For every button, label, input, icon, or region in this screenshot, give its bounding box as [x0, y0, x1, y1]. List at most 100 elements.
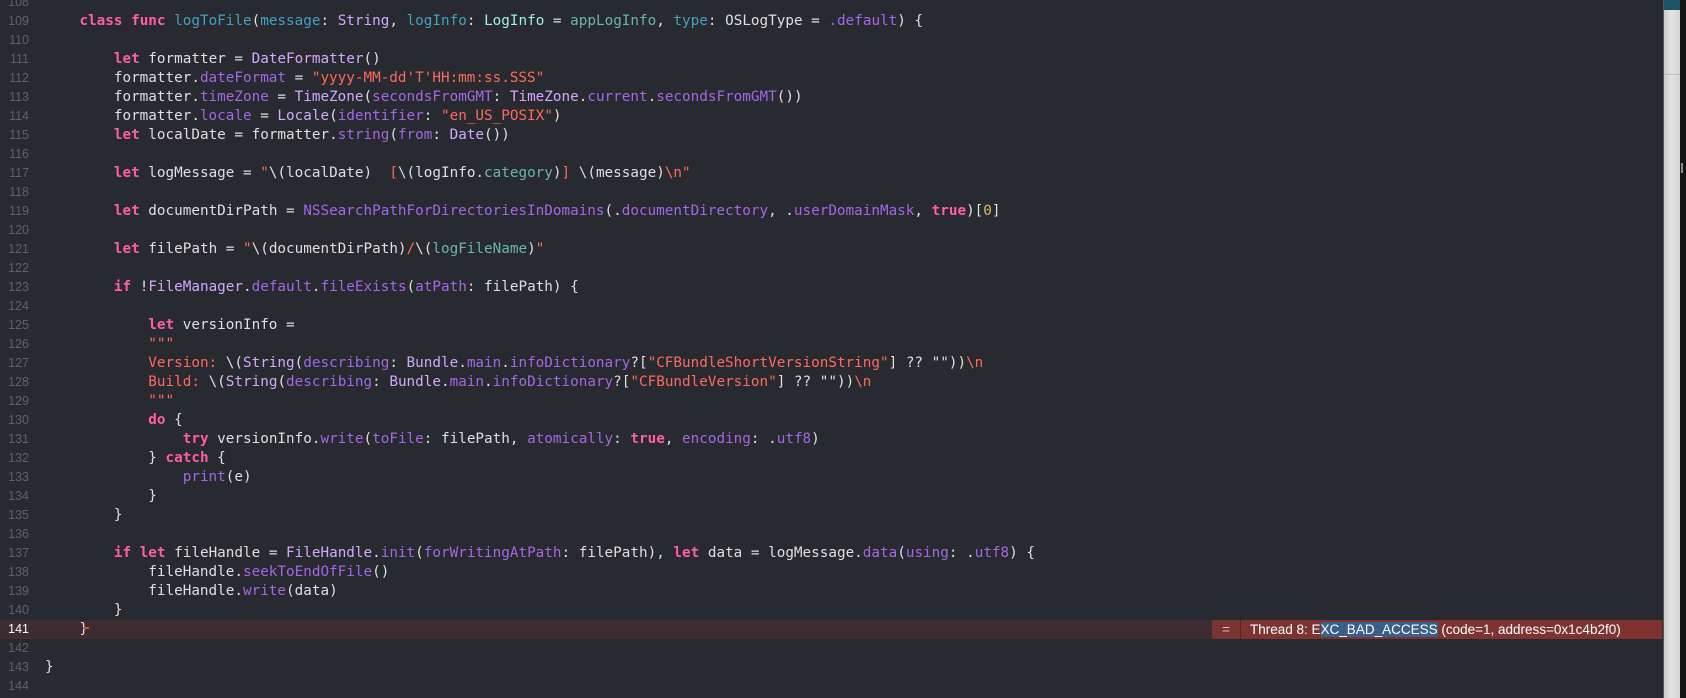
code-line[interactable]: 110 [0, 31, 1663, 50]
code-token: ( [363, 89, 373, 105]
code-token: ) [811, 431, 820, 447]
code-line[interactable]: 129 """ [0, 392, 1663, 411]
line-number[interactable]: 124 [0, 297, 29, 316]
code-token: default [251, 279, 312, 295]
scrollbar-thumb[interactable] [1664, 0, 1681, 10]
line-number[interactable]: 119 [0, 202, 29, 221]
line-number[interactable]: 126 [0, 335, 29, 354]
code-line[interactable]: 130 do { [0, 411, 1663, 430]
code-line[interactable]: 138 fileHandle.seekToEndOfFile() [0, 563, 1663, 582]
code-line[interactable]: 121 let filePath = "\(documentDirPath)/\… [0, 240, 1663, 259]
code-text: if !FileManager.default.fileExists(atPat… [45, 278, 579, 297]
code-token: , [914, 203, 932, 219]
code-line[interactable]: 133 print(e) [0, 468, 1663, 487]
line-number[interactable]: 111 [0, 50, 29, 69]
code-line[interactable]: 112 formatter.dateFormat = "yyyy-MM-dd'T… [0, 69, 1663, 88]
line-number[interactable]: 139 [0, 582, 29, 601]
code-line[interactable]: 144 [0, 677, 1663, 696]
code-line[interactable]: 140 } [0, 601, 1663, 620]
code-line[interactable]: 136 [0, 525, 1663, 544]
line-number[interactable]: 113 [0, 88, 29, 107]
code-line[interactable]: 125 let versionInfo = [0, 316, 1663, 335]
code-line[interactable]: 135 } [0, 506, 1663, 525]
code-token: Build: [148, 374, 209, 390]
line-number[interactable]: 110 [0, 31, 29, 50]
code-line[interactable]: 119 let documentDirPath = NSSearchPathFo… [0, 202, 1663, 221]
code-token: forWritingAtPath [423, 545, 562, 561]
line-number[interactable]: 115 [0, 126, 29, 145]
line-number[interactable]: 108 [0, 0, 29, 12]
line-number[interactable]: 136 [0, 525, 29, 544]
code-line[interactable]: 128 Build: \(String(describing: Bundle.m… [0, 373, 1663, 392]
line-number[interactable]: 118 [0, 183, 29, 202]
code-line[interactable]: 109 class func logToFile(message: String… [0, 12, 1663, 31]
line-number[interactable]: 144 [0, 677, 29, 696]
line-number[interactable]: 143 [0, 658, 29, 677]
code-line[interactable]: 108 [0, 0, 1663, 12]
code-line[interactable]: 114 formatter.locale = Locale(identifier… [0, 107, 1663, 126]
line-number[interactable]: 122 [0, 259, 29, 278]
code-token: : [707, 13, 726, 29]
line-number[interactable]: 109 [0, 12, 29, 31]
code-token: } [45, 507, 123, 523]
code-line[interactable]: 113 formatter.timeZone = TimeZone(second… [0, 88, 1663, 107]
line-number[interactable]: 135 [0, 506, 29, 525]
line-number[interactable]: 123 [0, 278, 29, 297]
vertical-scrollbar[interactable] [1663, 0, 1681, 698]
code-line[interactable]: 117 let logMessage = "\(localDate) [\(lo… [0, 164, 1663, 183]
code-line[interactable]: 139 fileHandle.write(data) [0, 582, 1663, 601]
code-token: func [131, 13, 166, 29]
code-line[interactable]: 118 [0, 183, 1663, 202]
line-number[interactable]: 140 [0, 601, 29, 620]
line-number[interactable]: 128 [0, 373, 29, 392]
code-editor[interactable]: 108 109 class func logToFile(message: Str… [0, 0, 1663, 698]
line-number[interactable]: 141 [0, 620, 29, 639]
code-token: formatter. [45, 70, 200, 86]
line-number[interactable]: 112 [0, 69, 29, 88]
line-number[interactable]: 131 [0, 430, 29, 449]
line-number[interactable]: 120 [0, 221, 29, 240]
code-line[interactable]: 137 if let fileHandle = FileHandle.init(… [0, 544, 1663, 563]
code-line[interactable]: 126 """ [0, 335, 1663, 354]
code-line[interactable]: 115 let localDate = formatter.string(fro… [0, 126, 1663, 145]
line-number[interactable]: 130 [0, 411, 29, 430]
code-line[interactable]: 116 [0, 145, 1663, 164]
line-number[interactable]: 125 [0, 316, 29, 335]
code-token: ( [294, 355, 304, 371]
code-line[interactable]: 127 Version: \(String(describing: Bundle… [0, 354, 1663, 373]
code-token: TimeZone [509, 89, 579, 105]
code-line[interactable]: 122 [0, 259, 1663, 278]
error-annotation[interactable]: = Thread 8: EXC_BAD_ACCESS (code=1, addr… [1212, 620, 1662, 639]
line-number[interactable]: 138 [0, 563, 29, 582]
equals-icon[interactable]: = [1212, 620, 1241, 639]
line-number[interactable]: 137 [0, 544, 29, 563]
line-number[interactable]: 121 [0, 240, 29, 259]
code-line[interactable]: 124 [0, 297, 1663, 316]
line-number[interactable]: 142 [0, 639, 29, 658]
line-number[interactable]: 116 [0, 145, 29, 164]
code-line[interactable]: 134 } [0, 487, 1663, 506]
line-number[interactable]: 127 [0, 354, 29, 373]
code-line[interactable]: 131 try versionInfo.write(toFile: filePa… [0, 430, 1663, 449]
code-line[interactable]: 132 } catch { [0, 449, 1663, 468]
code-line[interactable]: 143} [0, 658, 1663, 677]
line-number[interactable]: 114 [0, 107, 29, 126]
line-number[interactable]: 134 [0, 487, 29, 506]
code-line[interactable]: 123 if !FileManager.default.fileExists(a… [0, 278, 1663, 297]
code-line[interactable]: 142 [0, 639, 1663, 658]
code-text: """ [45, 392, 174, 411]
code-token: from [397, 127, 433, 143]
code-line[interactable]: 120 [0, 221, 1663, 240]
line-number[interactable]: 132 [0, 449, 29, 468]
line-number[interactable]: 133 [0, 468, 29, 487]
line-number[interactable]: 117 [0, 164, 29, 183]
code-token: seekToEndOfFile [242, 564, 373, 580]
line-number[interactable]: 129 [0, 392, 29, 411]
code-text: let logMessage = "\(localDate) [\(logInf… [45, 164, 691, 183]
code-token: : filePath, [423, 431, 528, 447]
code-line[interactable]: 111 let formatter = DateFormatter() [0, 50, 1663, 69]
code-token: true [630, 431, 665, 447]
